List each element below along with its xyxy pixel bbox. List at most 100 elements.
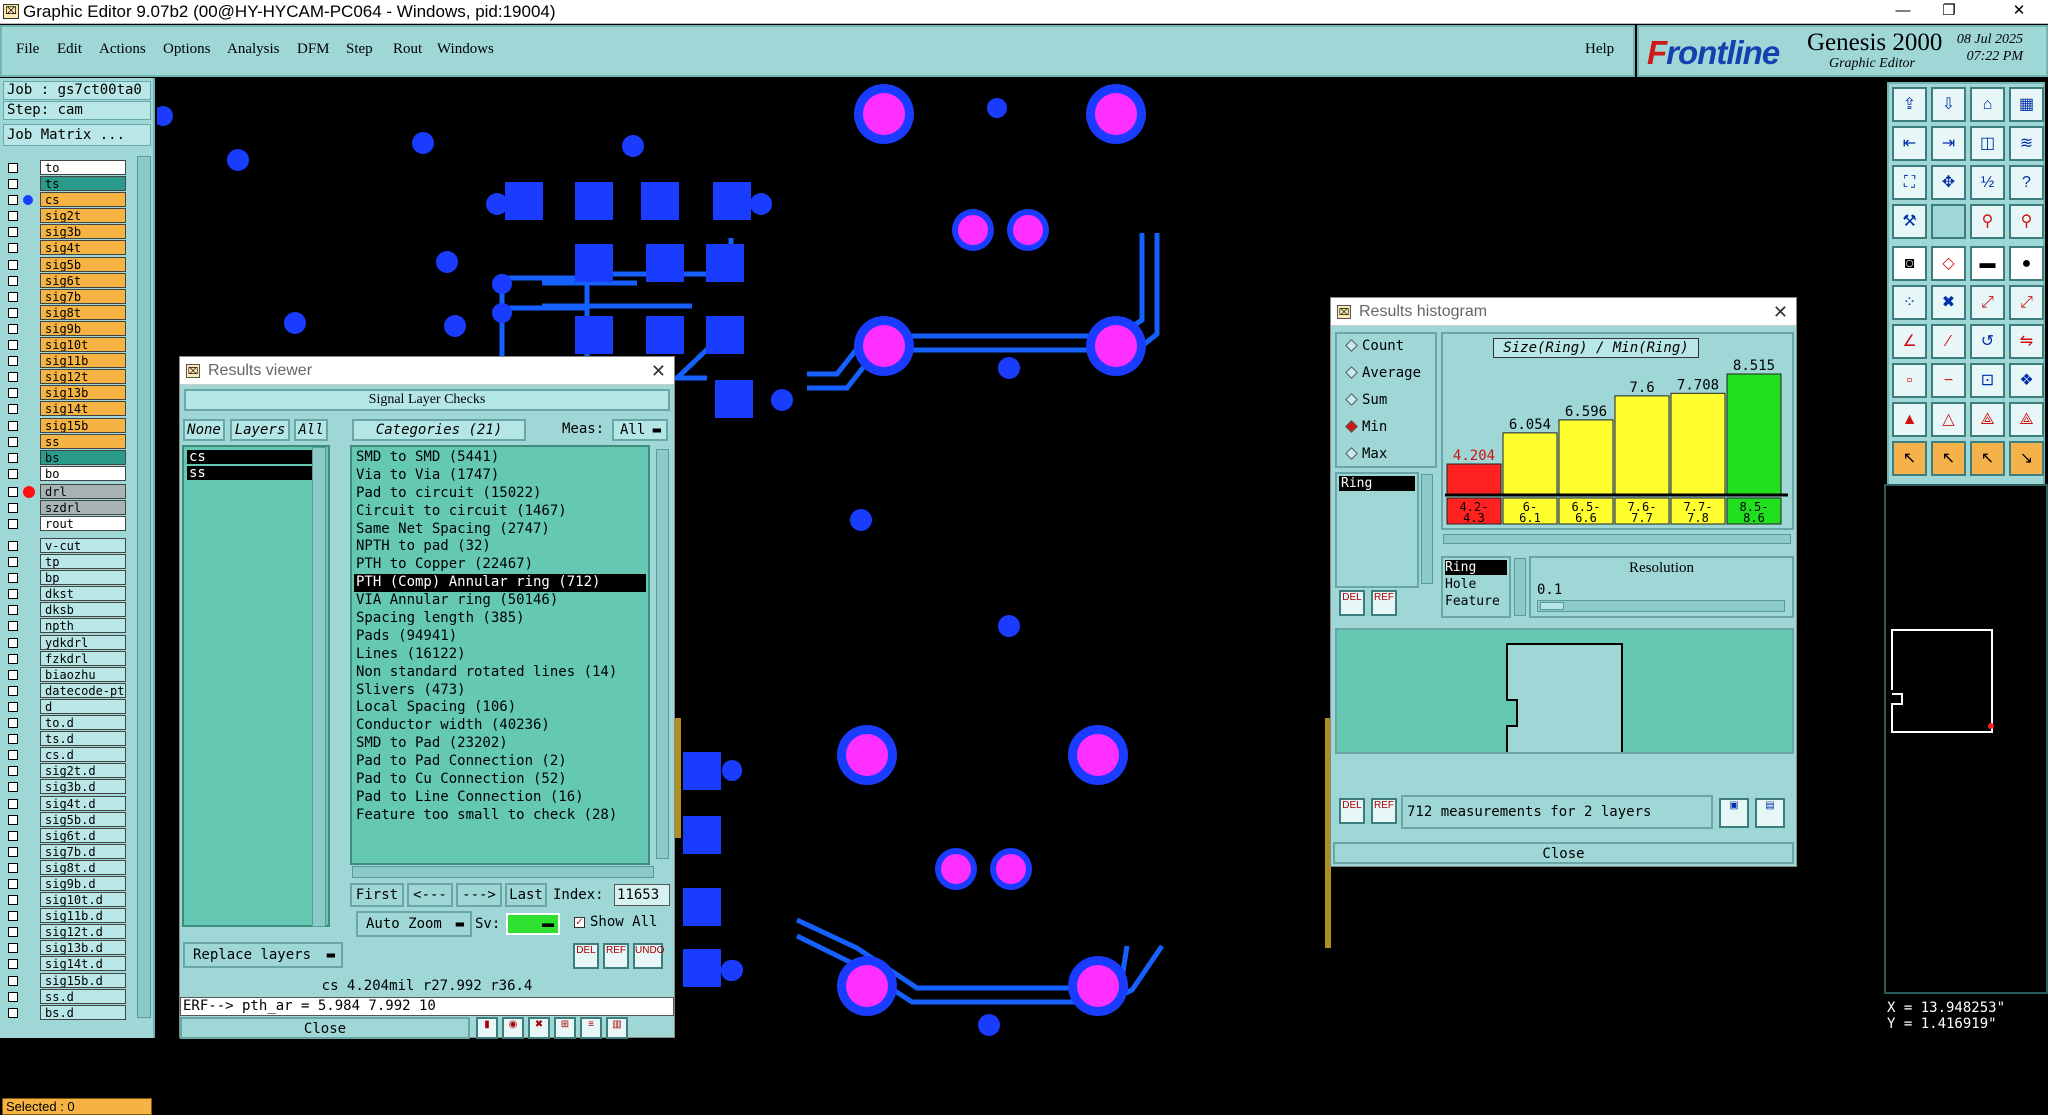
window-icon[interactable]: ◫ [1970, 126, 2005, 161]
layer-row[interactable]: ss [3, 433, 128, 450]
undo-button[interactable]: UNDO [633, 943, 664, 969]
layer-row[interactable]: sig9b.d [3, 875, 128, 892]
category-item[interactable]: SMD to SMD (5441) [354, 449, 646, 467]
layer-checkbox[interactable] [8, 798, 18, 809]
pointer-measure-icon[interactable]: ↘ [2009, 441, 2044, 476]
draw-icon[interactable]: ◇ [1931, 246, 1966, 281]
layer-name[interactable]: to.d [40, 715, 126, 731]
layers-icon[interactable]: ≋ [2009, 126, 2044, 161]
first-button[interactable]: First [350, 883, 404, 907]
zoom-fit-icon[interactable]: ⛶ [1892, 165, 1927, 200]
category-item[interactable]: Pad to circuit (15022) [354, 485, 646, 503]
histogram-refresh-button[interactable]: REF [1371, 590, 1397, 616]
category-item[interactable]: Same Net Spacing (2747) [354, 521, 646, 539]
net-icon[interactable]: ⁘ [1892, 285, 1927, 320]
tool-icon-4[interactable]: ⊞ [554, 1017, 576, 1039]
layer-name[interactable]: sig4t [40, 240, 126, 256]
auto-zoom-dropdown[interactable]: Auto Zoom ▬ [356, 911, 472, 937]
connect-all-icon[interactable]: ⤢ [2009, 285, 2044, 320]
layer-row[interactable]: ydkdrl [3, 634, 128, 651]
layer-row[interactable]: rout [3, 516, 128, 532]
layer-row[interactable]: sig14t.d [3, 956, 128, 972]
tool-icon-5[interactable]: ≡ [580, 1017, 602, 1039]
layer-row[interactable]: biaozhu [3, 666, 128, 683]
layer-checkbox[interactable] [8, 669, 18, 680]
layer-name[interactable]: sig3b.d [40, 779, 126, 795]
layer-row[interactable]: sig3b [3, 224, 128, 240]
category-item[interactable]: SMD to Pad (23202) [354, 735, 646, 753]
category-item[interactable]: Pad to Cu Connection (52) [354, 771, 646, 789]
layer-row[interactable]: npth [3, 618, 128, 634]
menu-rout[interactable]: Rout [393, 41, 422, 58]
layer-checkbox[interactable] [8, 605, 18, 616]
histogram-close-icon[interactable]: ✕ [1773, 298, 1788, 326]
layer-checkbox[interactable] [8, 862, 18, 873]
layer-name[interactable]: dkst [40, 586, 126, 602]
layer-name[interactable]: sig12t.d [40, 924, 126, 940]
menu-actions[interactable]: Actions [99, 41, 146, 58]
menu-windows[interactable]: Windows [437, 41, 494, 58]
layer-row[interactable]: szdrl [3, 500, 128, 516]
layer-checkbox[interactable] [8, 487, 18, 497]
layer-checkbox[interactable] [8, 179, 18, 190]
minus-icon[interactable]: − [1931, 363, 1966, 398]
help-icon[interactable]: ? [2009, 165, 2044, 200]
layer-checkbox[interactable] [8, 846, 18, 857]
layer-checkbox[interactable] [8, 356, 18, 367]
layer-name[interactable]: to [40, 160, 126, 175]
layer-checkbox[interactable] [8, 323, 18, 334]
layer-name[interactable]: sig15b [40, 417, 126, 433]
layer-scrollbar[interactable] [137, 156, 151, 1018]
radio-sum[interactable]: Sum [1345, 392, 1387, 408]
home-icon[interactable]: ⌂ [1970, 87, 2005, 122]
categories-hscrollbar[interactable] [352, 866, 654, 878]
layer-name[interactable]: sig7b.d [40, 843, 126, 859]
layer-name[interactable]: sig11b [40, 353, 126, 369]
layer-name[interactable]: sig3b [40, 224, 126, 240]
layer-name[interactable]: biaozhu [40, 666, 126, 682]
layer-name[interactable]: cs [40, 192, 126, 208]
layer-name[interactable]: tp [40, 554, 126, 570]
index-input[interactable]: 11653 [614, 884, 670, 906]
layer-name[interactable]: bs.d [40, 1004, 126, 1020]
layer-name[interactable]: bp [40, 570, 126, 586]
layer-checkbox[interactable] [8, 750, 18, 761]
category-item[interactable]: VIA Annular ring (50146) [354, 592, 646, 610]
field-list[interactable]: Ring [1335, 472, 1419, 588]
layer-checkbox[interactable] [8, 621, 18, 632]
layer-row[interactable]: ts [3, 176, 128, 192]
histogram-hscrollbar[interactable] [1443, 534, 1791, 544]
layer-results-list[interactable]: cs ss [182, 445, 330, 927]
layer-row[interactable]: sig13b [3, 385, 128, 401]
histogram-bar[interactable] [1502, 432, 1558, 495]
layer-checkbox[interactable] [8, 637, 18, 648]
layer-name[interactable]: bs [40, 449, 126, 465]
grid-icon[interactable]: ▦ [2009, 87, 2044, 122]
results-close-button[interactable]: Close [180, 1017, 470, 1039]
layer-checkbox[interactable] [8, 734, 18, 745]
layer-name[interactable]: cs.d [40, 747, 126, 763]
overview-map[interactable] [1884, 484, 2048, 994]
layer-checkbox[interactable] [8, 895, 18, 906]
tool-icon-6[interactable]: ▥ [606, 1017, 628, 1039]
radio-average[interactable]: Average [1345, 365, 1421, 381]
layer-list-scrollbar[interactable] [312, 447, 326, 927]
layer-row[interactable]: sig7b [3, 288, 128, 305]
layer-name[interactable]: sig12t [40, 369, 126, 385]
menu-options[interactable]: Options [163, 41, 211, 58]
next-button[interactable]: ---> [456, 883, 502, 907]
layer-checkbox[interactable] [8, 436, 18, 447]
ring-options-list[interactable]: Ring Hole Feature [1441, 556, 1511, 618]
layer-name[interactable]: bo [40, 465, 126, 481]
layer-name[interactable]: sig2t [40, 208, 126, 224]
report-chart-icon[interactable]: ▤ [1755, 798, 1785, 828]
layer-name[interactable]: sig4t.d [40, 795, 126, 811]
arc-icon[interactable]: ↺ [1970, 324, 2005, 359]
layer-checkbox[interactable] [8, 911, 18, 922]
preview-delete-button[interactable]: DEL [1339, 798, 1365, 824]
tool-icon-3[interactable]: ✖ [528, 1017, 550, 1039]
category-item[interactable]: Conductor width (40236) [354, 717, 646, 735]
layer-checkbox[interactable] [8, 766, 18, 777]
layer-name[interactable]: sig10t.d [40, 892, 126, 908]
show-all-checkbox[interactable]: ✓ [574, 917, 585, 928]
